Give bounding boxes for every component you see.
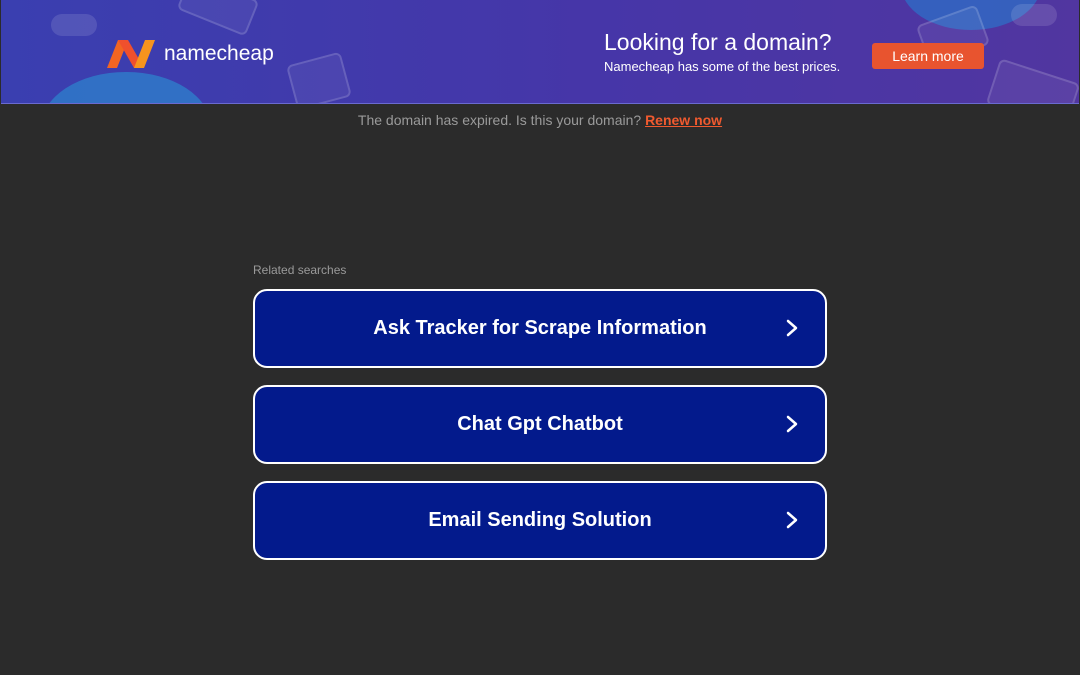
chevron-right-icon [786, 511, 798, 529]
decorative-card-icon [286, 51, 352, 103]
namecheap-logo[interactable]: namecheap [104, 38, 274, 70]
expired-notice: The domain has expired. Is this your dom… [0, 112, 1080, 128]
related-search-button[interactable]: Email Sending Solution [253, 481, 827, 560]
brand-name: namecheap [164, 42, 274, 65]
chevron-right-icon [786, 415, 798, 433]
renew-now-link[interactable]: Renew now [645, 112, 722, 128]
related-search-button[interactable]: Chat Gpt Chatbot [253, 385, 827, 464]
related-search-button[interactable]: Ask Tracker for Scrape Information [253, 289, 827, 368]
decorative-card-icon [985, 58, 1079, 103]
cloud-icon [51, 14, 97, 36]
related-search-label: Chat Gpt Chatbot [457, 413, 623, 435]
namecheap-banner[interactable]: namecheap Looking for a domain? Namechea… [1, 0, 1079, 104]
related-search-label: Ask Tracker for Scrape Information [373, 317, 707, 339]
promo-text: Looking for a domain? Namecheap has some… [604, 28, 840, 74]
promo-subline: Namecheap has some of the best prices. [604, 59, 841, 74]
related-searches-label: Related searches [253, 263, 347, 277]
decorative-card-icon [176, 0, 260, 37]
chevron-right-icon [786, 319, 798, 337]
cloud-icon [1011, 4, 1057, 26]
promo-headline: Looking for a domain? [604, 29, 832, 55]
decorative-circle [41, 72, 211, 103]
learn-more-button[interactable]: Learn more [872, 43, 984, 69]
related-search-label: Email Sending Solution [428, 509, 652, 531]
namecheap-logo-icon [107, 40, 155, 68]
expired-notice-text: The domain has expired. Is this your dom… [357, 112, 642, 128]
